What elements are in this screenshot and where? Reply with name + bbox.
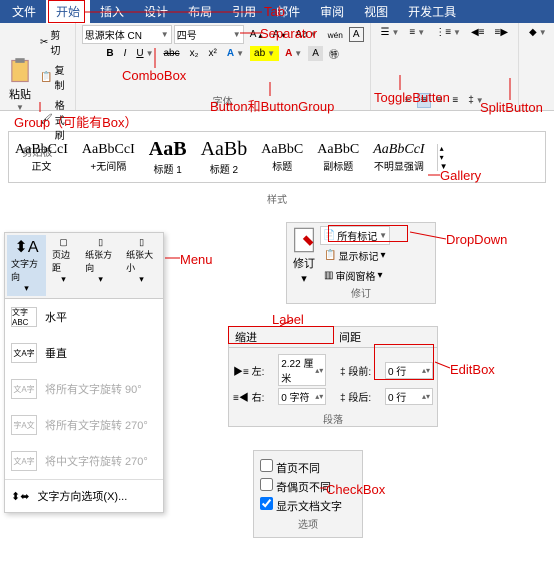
paragraph-label: 段落 bbox=[229, 411, 437, 426]
text-direction-button[interactable]: ⬍A文字方向▾ bbox=[7, 235, 46, 296]
group-split: ◆▼ ▦▼ bbox=[519, 23, 554, 110]
menu-item: 文A字将所有文字旋转 90° bbox=[5, 371, 163, 407]
ribbon-toolbar: 粘贴 ▼ ✂ 剪切 📋 复制 🖌 格式刷 剪贴板 思源宋体 CN▼ 四号▼ A▴… bbox=[0, 23, 554, 111]
tab-view[interactable]: 视图 bbox=[354, 0, 398, 24]
line-spacing-button[interactable]: ‡▼ bbox=[464, 93, 487, 108]
paste-button[interactable]: 粘贴 bbox=[9, 86, 31, 102]
indent-spacing-group: 缩进 间距 ▶≡ 左:2.22 厘米▴▾ ‡ 段前:0 行▴▾ ≡◀ 右:0 字… bbox=[228, 326, 438, 427]
revise-label: 修订 bbox=[290, 285, 432, 300]
menu-item: 字A文将所有文字旋转 270° bbox=[5, 407, 163, 443]
style-item[interactable]: AaBbCcI+无间隔 bbox=[80, 140, 137, 175]
review-pane-button[interactable]: ▥ 审阅窗格▾ bbox=[320, 266, 390, 285]
style-item[interactable]: AaB标题 1 bbox=[147, 136, 189, 178]
italic-button[interactable]: I bbox=[120, 46, 131, 61]
copy-button[interactable]: 📋 复制 bbox=[36, 60, 69, 94]
margins-button[interactable]: ▢页边距▾ bbox=[48, 235, 79, 296]
tab-references[interactable]: 引用 bbox=[222, 0, 266, 24]
group-clipboard: 粘贴 ▼ ✂ 剪切 📋 复制 🖌 格式刷 剪贴板 bbox=[0, 23, 76, 110]
numbering-button[interactable]: ≡▼ bbox=[405, 25, 429, 40]
cut-button[interactable]: ✂ 剪切 bbox=[36, 25, 69, 59]
change-case-button[interactable]: Aa▼ bbox=[291, 27, 321, 42]
text-direction-menu: ⬍A文字方向▾ ▢页边距▾ ▯纸张方向▾ ▯纸张大小▾ 文字ABC水平文A字垂直… bbox=[4, 232, 164, 513]
font-family-combo[interactable]: 思源宋体 CN▼ bbox=[82, 25, 172, 44]
orientation-button[interactable]: ▯纸张方向▾ bbox=[81, 235, 120, 296]
group-paragraph: ☰▼ ≡▼ ⋮≡▼ ◀≡ ≡▶ ≡ ≡ ≡ ≡ ‡▼ bbox=[371, 23, 519, 110]
tab-mail[interactable]: 邮件 bbox=[266, 0, 310, 24]
tab-devtools[interactable]: 开发工具 bbox=[398, 0, 466, 24]
phonetic-button[interactable]: wén bbox=[324, 28, 347, 42]
style-item[interactable]: AaBb标题 2 bbox=[199, 136, 250, 178]
revise-group: 修订▾ 📄所有标记▼ 📋 显示标记▾ ▥ 审阅窗格▾ 修订 bbox=[286, 222, 436, 304]
styles-gallery[interactable]: AaBbCcI正文 AaBbCcI+无间隔 AaB标题 1AaBb标题 2 AaBbC… bbox=[8, 131, 546, 183]
indent-right-editbox[interactable]: 0 字符▴▾ bbox=[278, 388, 326, 405]
group-font: 思源宋体 CN▼ 四号▼ A▴ A▾ Aa▼ wén A B I U▼ abc … bbox=[76, 23, 371, 110]
increase-indent-button[interactable]: ≡▶ bbox=[490, 25, 512, 40]
bold-button[interactable]: B bbox=[102, 46, 117, 61]
tab-layout[interactable]: 布局 bbox=[178, 0, 222, 24]
first-page-different-checkbox[interactable]: 首页不同 bbox=[260, 459, 356, 476]
shading-splitbutton[interactable]: ◆▼ bbox=[525, 25, 551, 40]
grow-font-button[interactable]: A▴ bbox=[246, 27, 267, 42]
options-label: 选项 bbox=[260, 516, 356, 531]
align-right-button[interactable]: ≡ bbox=[433, 93, 447, 108]
odd-even-different-checkbox[interactable]: 奇偶页不同 bbox=[260, 478, 356, 495]
bullets-button[interactable]: ☰▼ bbox=[377, 25, 404, 40]
all-marks-dropdown[interactable]: 📄所有标记▼ bbox=[320, 226, 390, 245]
spacing-after-editbox[interactable]: 0 行▴▾ bbox=[385, 388, 433, 405]
indent-header: 缩进 bbox=[229, 327, 333, 347]
paper-size-button[interactable]: ▯纸张大小▾ bbox=[122, 235, 161, 296]
style-item[interactable]: AaBbC副标题 bbox=[315, 140, 361, 175]
text-direction-options[interactable]: ⬍⬌文字方向选项(X)... bbox=[5, 479, 163, 512]
style-item[interactable]: AaBbCcI不明显强调 bbox=[371, 140, 426, 175]
indent-left-editbox[interactable]: 2.22 厘米▴▾ bbox=[278, 354, 326, 386]
spacing-before-editbox[interactable]: 0 行▴▾ bbox=[385, 362, 433, 379]
tab-review[interactable]: 审阅 bbox=[310, 0, 354, 24]
show-doc-text-checkbox[interactable]: 显示文档文字 bbox=[260, 497, 356, 514]
highlight-button[interactable]: ab▼ bbox=[250, 46, 279, 61]
underline-button[interactable]: U▼ bbox=[132, 46, 157, 61]
menu-item: 文A字将中文字符旋转 270° bbox=[5, 443, 163, 479]
align-left-button[interactable]: ≡ bbox=[401, 93, 415, 108]
ribbon-tabs: 文件 开始 插入 设计 布局 引用 邮件 审阅 视图 开发工具 bbox=[0, 0, 554, 23]
align-center-button[interactable]: ≡ bbox=[417, 93, 431, 108]
text-effects-button[interactable]: A▼ bbox=[223, 46, 248, 61]
format-brush-button[interactable]: 🖌 格式刷 bbox=[36, 95, 69, 144]
strike-button[interactable]: abc bbox=[160, 46, 184, 61]
font-color-button[interactable]: A▼ bbox=[281, 46, 306, 61]
menu-item[interactable]: 文字ABC水平 bbox=[5, 299, 163, 335]
tab-file[interactable]: 文件 bbox=[2, 0, 46, 24]
options-group: 首页不同 奇偶页不同 显示文档文字 选项 bbox=[253, 450, 363, 538]
style-item[interactable]: AaBbC标题 bbox=[259, 140, 305, 175]
tab-design[interactable]: 设计 bbox=[134, 0, 178, 24]
tab-insert[interactable]: 插入 bbox=[90, 0, 134, 24]
font-size-combo[interactable]: 四号▼ bbox=[174, 25, 244, 44]
paste-icon bbox=[6, 57, 34, 85]
subscript-button[interactable]: x₂ bbox=[186, 46, 203, 61]
char-shading-button[interactable]: A bbox=[308, 46, 323, 61]
styles-label: 样式 bbox=[0, 191, 554, 206]
menu-item[interactable]: 文A字垂直 bbox=[5, 335, 163, 371]
show-marks-button[interactable]: 📋 显示标记▾ bbox=[320, 246, 390, 265]
revise-button[interactable]: 修订 bbox=[293, 255, 315, 271]
tab-home[interactable]: 开始 bbox=[46, 0, 90, 24]
font-label: 字体 bbox=[213, 93, 233, 108]
decrease-indent-button[interactable]: ◀≡ bbox=[467, 25, 489, 40]
style-item[interactable]: AaBbCcI正文 bbox=[13, 140, 70, 175]
char-border-button[interactable]: A bbox=[349, 27, 364, 42]
shrink-font-button[interactable]: A▾ bbox=[269, 27, 290, 42]
enclose-char-button[interactable]: ㊕ bbox=[325, 44, 343, 63]
multilevel-button[interactable]: ⋮≡▼ bbox=[431, 25, 465, 40]
spacing-header: 间距 bbox=[333, 327, 437, 347]
justify-button[interactable]: ≡ bbox=[448, 93, 462, 108]
superscript-button[interactable]: x² bbox=[205, 46, 221, 61]
revise-icon bbox=[290, 226, 318, 254]
